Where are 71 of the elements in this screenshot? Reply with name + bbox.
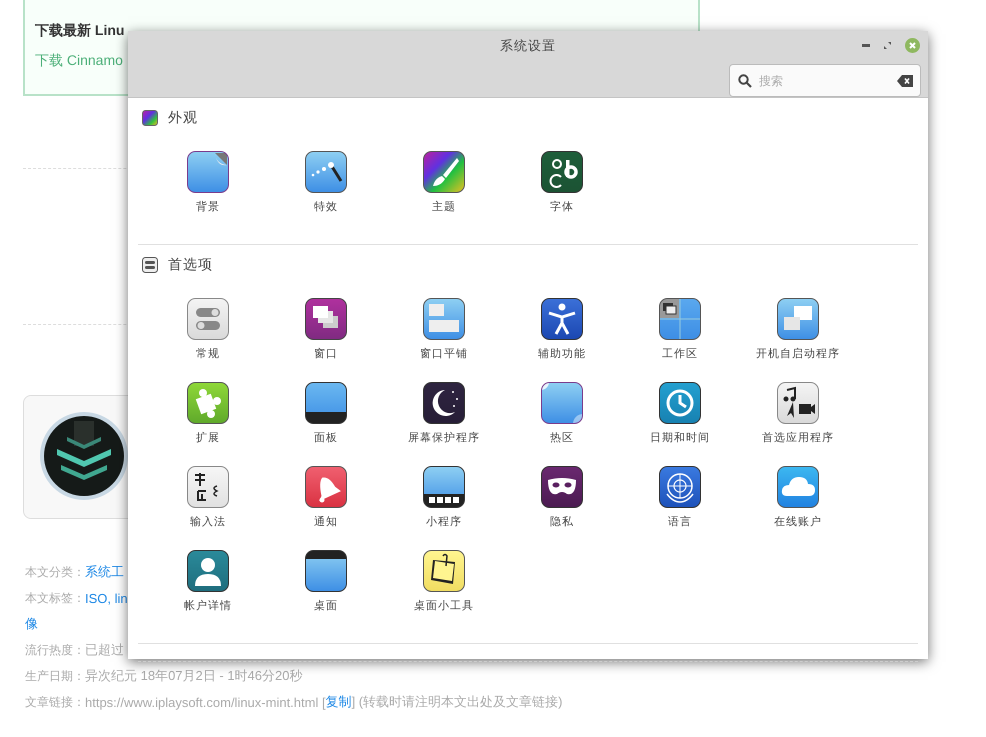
sticky-note-icon [423,550,465,592]
mask-icon [541,466,583,508]
settings-launcher[interactable]: 桌面小工具 [414,550,474,613]
settings-launcher[interactable]: 常规 [187,298,229,361]
tiled-windows-icon [423,298,465,340]
media-symbols-icon [777,382,819,424]
applet-bar-icon [423,466,465,508]
panel-icon [305,382,347,424]
search-field[interactable]: 搜索 [729,64,921,97]
search-icon [738,74,752,88]
section-title: 外观 [168,109,198,127]
settings-launcher[interactable]: 屏幕保护程序 [408,382,480,445]
window-title: 系统设置 [500,38,556,55]
cloud-icon [777,466,819,508]
settings-launcher[interactable]: 开机自启动程序 [756,298,840,361]
settings-launcher[interactable]: 帐户详情 [184,550,232,613]
settings-launcher[interactable]: 通知 [305,466,347,529]
settings-launcher[interactable]: 热区 [541,382,583,445]
rainbow-square-icon [142,110,158,126]
settings-launcher[interactable]: 隐私 [541,466,583,529]
meta-text: 已超过 [85,641,124,659]
settings-launcher[interactable]: 特效 [305,151,347,214]
settings-launcher[interactable]: 字体 [541,151,583,214]
meta-label: 流行热度： [25,642,85,658]
desktop-icon [305,550,347,592]
meta-label: 文章链接： [25,694,85,710]
hot-corner-icon [541,382,583,424]
overlapping-windows-icon [777,298,819,340]
globe-icon [659,466,701,508]
toggle-switches-icon [187,298,229,340]
person-icon [187,550,229,592]
meta-text: 异次纪元 18年07月2日 - 1时46分20秒 [85,667,302,685]
toggles-icon [142,257,158,273]
clear-icon[interactable] [897,75,913,87]
meta-text: ] (转载时请注明本文出处及文章链接) [352,693,562,711]
settings-launcher[interactable]: 小程序 [423,466,465,529]
puzzle-piece-icon [187,382,229,424]
settings-launcher[interactable]: 工作区 [659,298,701,361]
settings-launcher[interactable]: 窗口平铺 [420,298,468,361]
settings-launcher[interactable]: 主题 [423,151,465,214]
bell-icon [305,466,347,508]
meta-link[interactable]: ISO, lin [85,590,128,606]
meta-link[interactable]: 像 [25,615,38,633]
settings-launcher[interactable]: 语言 [659,466,701,529]
paintbrush-icon [423,151,465,193]
meta-link[interactable]: 系统工 [85,563,124,581]
settings-launcher[interactable]: 首选应用程序 [762,382,834,445]
settings-launcher[interactable]: 背景 [187,151,229,214]
settings-launcher[interactable]: 输入法 [187,466,229,529]
settings-launcher[interactable]: 窗口 [305,298,347,361]
settings-launcher[interactable]: 辅助功能 [538,298,586,361]
stacked-windows-icon [305,298,347,340]
settings-launcher[interactable]: 扩展 [187,382,229,445]
maximize-icon[interactable] [884,42,891,49]
meta-label: 本文分类： [25,564,85,580]
meta-text: https://www.iplaysoft.com/linux-mint.html [ [85,694,326,710]
accessibility-icon [541,298,583,340]
clock-icon [659,382,701,424]
settings-launcher[interactable]: 面板 [305,382,347,445]
meta-label: 生产日期： [25,668,85,684]
moon-icon [423,382,465,424]
settings-launcher[interactable]: 在线账户 [774,466,822,529]
wallpaper-icon [187,151,229,193]
section-title: 首选项 [168,256,213,274]
magic-wand-icon [305,151,347,193]
settings-launcher[interactable]: 桌面 [305,550,347,613]
settings-launcher[interactable]: 日期和时间 [650,382,710,445]
download-heading: 下载最新 Linu [35,22,124,40]
meta-link[interactable]: 复制 [326,693,352,711]
workspace-grid-icon [659,298,701,340]
meta-label: 本文标签： [25,590,85,606]
